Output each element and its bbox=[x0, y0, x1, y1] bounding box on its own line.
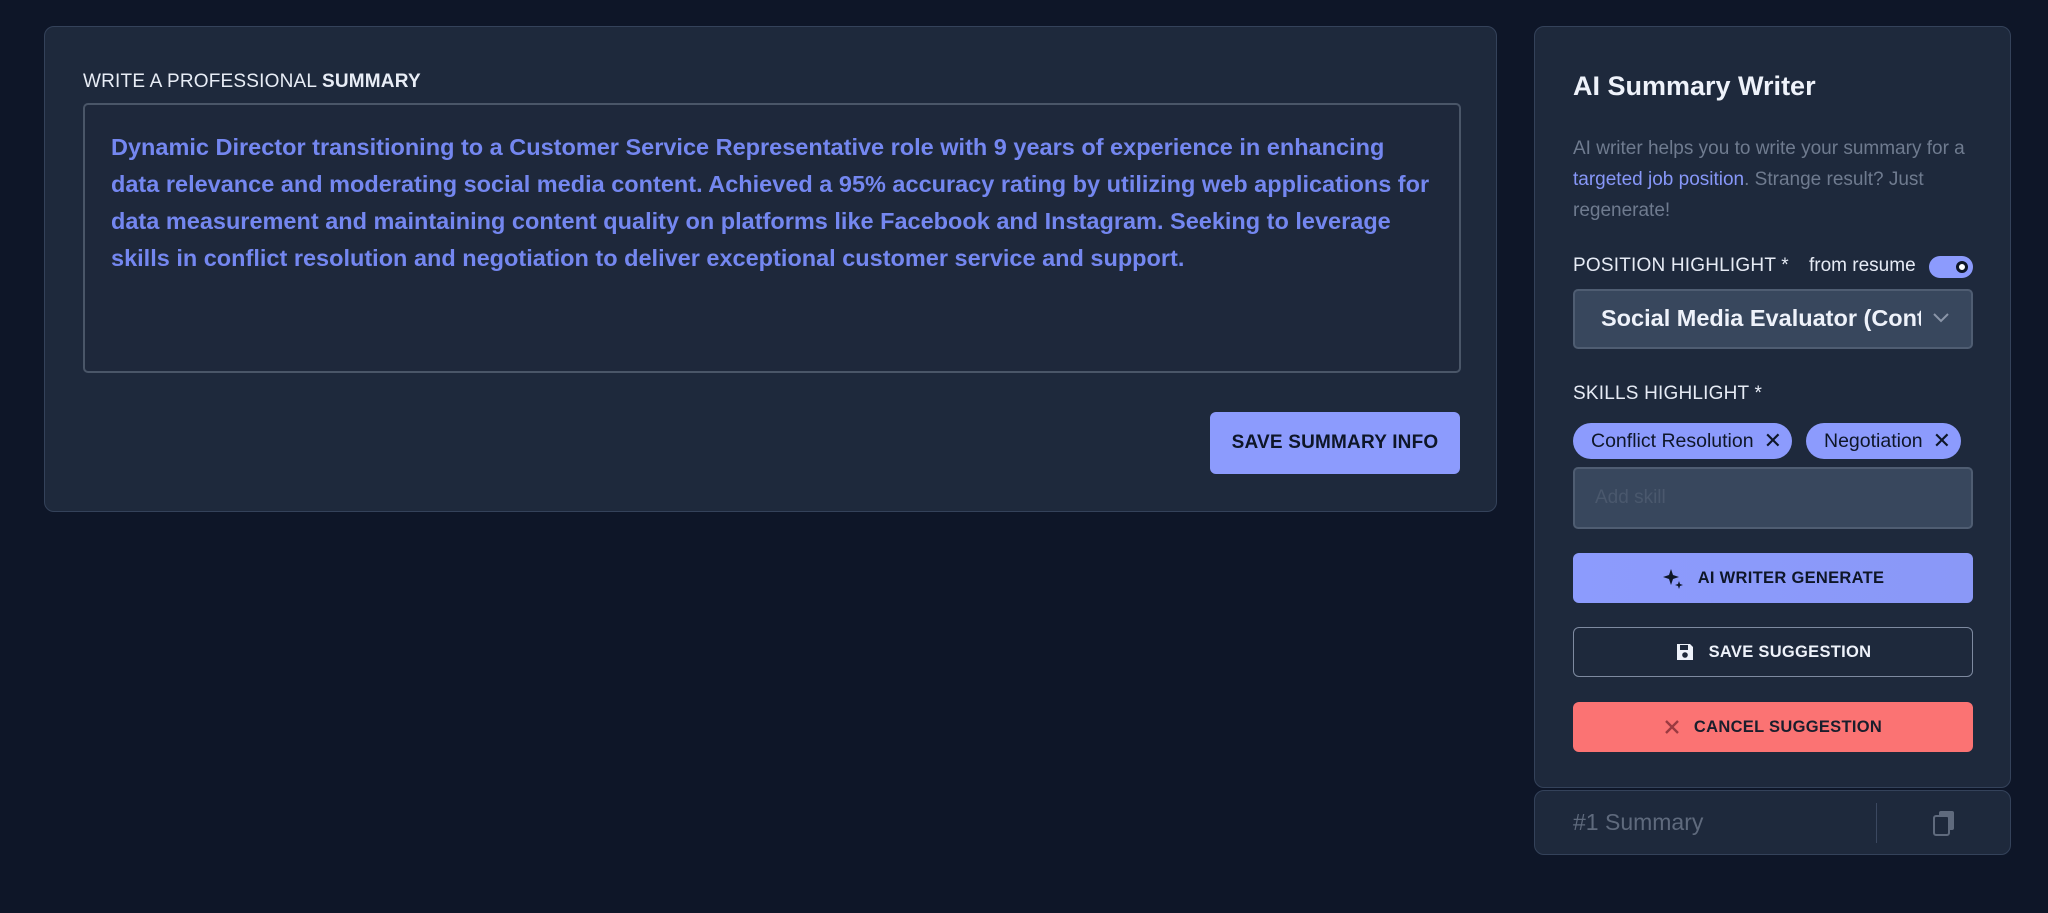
close-icon[interactable]: ✕ bbox=[1933, 430, 1951, 452]
save-suggestion-button[interactable]: SAVE SUGGESTION bbox=[1573, 627, 1973, 677]
skills-highlight-label: SKILLS HIGHLIGHT * bbox=[1573, 383, 1763, 404]
skill-chip-label: Negotiation bbox=[1824, 429, 1923, 452]
generate-label: AI WRITER GENERATE bbox=[1697, 568, 1885, 587]
cancel-suggestion-label: CANCEL SUGGESTION bbox=[1693, 717, 1883, 736]
skill-chip: Negotiation ✕ bbox=[1806, 423, 1962, 459]
summary-textarea[interactable]: Dynamic Director transitioning to a Cust… bbox=[83, 103, 1461, 373]
ai-writer-panel: AI Summary Writer AI writer helps you to… bbox=[1534, 26, 2011, 788]
position-select[interactable]: Social Media Evaluator (Contract) bbox=[1573, 289, 1973, 349]
ai-writer-title: AI Summary Writer bbox=[1573, 71, 1816, 101]
sparkle-icon bbox=[1662, 569, 1683, 589]
save-summary-button[interactable]: SAVE SUMMARY INFO bbox=[1210, 412, 1460, 474]
toggle-knob bbox=[1956, 261, 1968, 273]
summary-text: Dynamic Director transitioning to a Cust… bbox=[111, 134, 1430, 271]
ai-writer-generate-button[interactable]: AI WRITER GENERATE bbox=[1573, 553, 1973, 603]
ai-desc-before: AI writer helps you to write your summar… bbox=[1573, 138, 1965, 159]
position-select-value: Social Media Evaluator (Contract) bbox=[1601, 305, 1921, 331]
skills-input[interactable] bbox=[1573, 467, 1973, 529]
ai-writer-description: AI writer helps you to write your summar… bbox=[1573, 133, 1983, 226]
summary-label-bold: SUMMARY bbox=[321, 71, 421, 92]
from-resume-label: from resume bbox=[1809, 255, 1916, 276]
cancel-suggestion-button[interactable]: CANCEL SUGGESTION bbox=[1573, 702, 1973, 752]
summary-card: WRITE A PROFESSIONAL SUMMARY Dynamic Dir… bbox=[44, 26, 1497, 512]
summary-label-prefix: WRITE A PROFESSIONAL bbox=[83, 71, 317, 92]
save-suggestion-label: SAVE SUGGESTION bbox=[1708, 642, 1872, 661]
summary-suggestion-tab[interactable]: #1 Summary bbox=[1534, 790, 2011, 855]
chevron-down-icon bbox=[1933, 313, 1949, 323]
copy-icon[interactable] bbox=[1931, 809, 1957, 837]
summary-section-label: WRITE A PROFESSIONAL SUMMARY bbox=[83, 71, 421, 93]
close-icon bbox=[1665, 720, 1679, 734]
summary-suggestion-label: #1 Summary bbox=[1573, 809, 1704, 835]
skill-chip-label: Conflict Resolution bbox=[1591, 429, 1754, 452]
position-highlight-label: POSITION HIGHLIGHT * bbox=[1573, 255, 1789, 276]
skill-chip: Conflict Resolution ✕ bbox=[1573, 423, 1793, 459]
save-icon bbox=[1676, 644, 1693, 660]
divider bbox=[1876, 803, 1877, 843]
from-resume-toggle[interactable] bbox=[1929, 256, 1973, 278]
targeted-job-position-link[interactable]: targeted job position bbox=[1573, 169, 1744, 190]
close-icon[interactable]: ✕ bbox=[1764, 430, 1782, 452]
